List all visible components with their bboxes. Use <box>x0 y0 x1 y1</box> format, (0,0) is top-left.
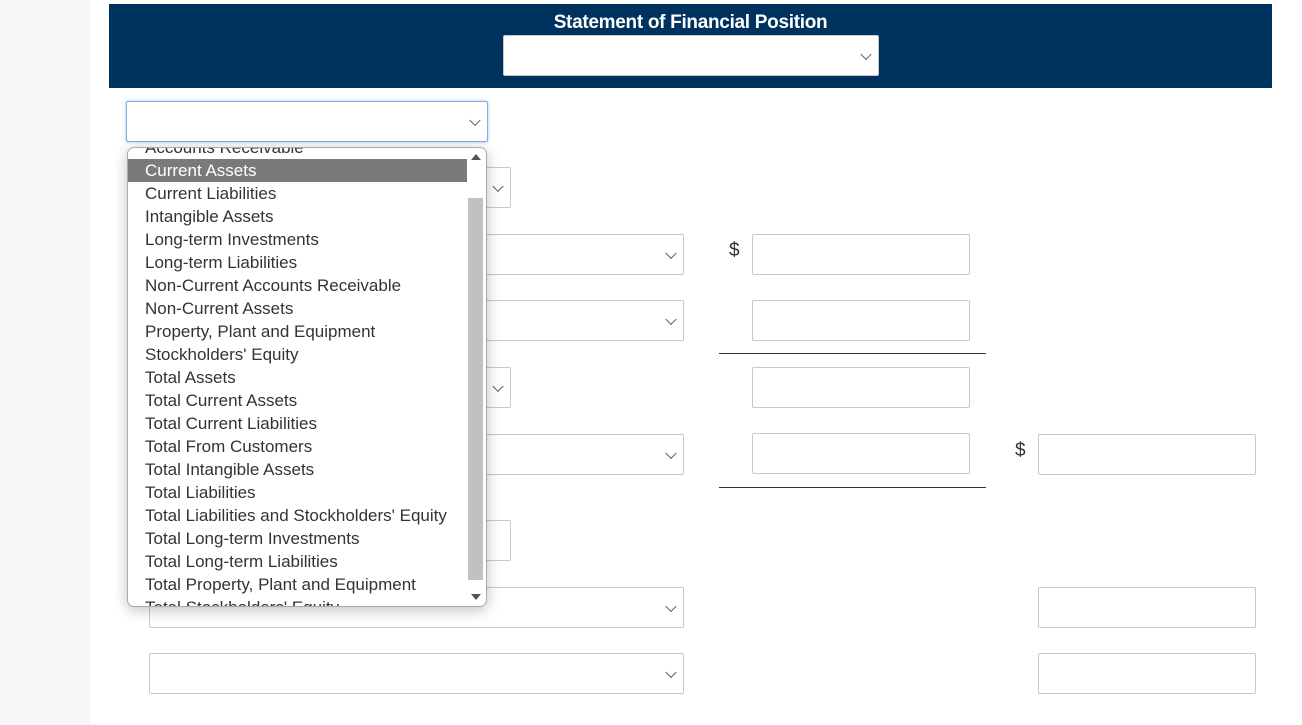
subtotal-rule <box>719 353 986 354</box>
dropdown-option[interactable]: Total Current Assets <box>128 389 467 412</box>
dropdown-option[interactable]: Long-term Liabilities <box>128 251 467 274</box>
chevron-down-icon <box>665 666 677 678</box>
scrollbar-thumb[interactable] <box>468 198 483 580</box>
chevron-down-icon <box>665 447 677 459</box>
dropdown-option[interactable]: Total Assets <box>128 366 467 389</box>
dropdown-option[interactable]: Current Assets <box>128 159 467 182</box>
dropdown-option[interactable]: Total Stockholders' Equity <box>128 596 467 606</box>
account-select-8[interactable] <box>149 653 684 694</box>
chevron-down-icon <box>492 380 504 392</box>
dropdown-option[interactable]: Property, Plant and Equipment <box>128 320 467 343</box>
dollar-sign: $ <box>1015 440 1026 461</box>
date-select[interactable] <box>503 35 879 76</box>
amount-input-3[interactable] <box>752 367 970 408</box>
page-title: Statement of Financial Position <box>553 12 828 33</box>
scroll-down-icon[interactable] <box>471 594 481 600</box>
chevron-down-icon <box>665 313 677 325</box>
dropdown-option[interactable]: Total Long-term Investments <box>128 527 467 550</box>
chevron-down-icon <box>665 600 677 612</box>
dropdown-option[interactable]: Stockholders' Equity <box>128 343 467 366</box>
chevron-down-icon <box>860 48 872 60</box>
total-input-2[interactable] <box>1038 587 1256 628</box>
dropdown-option[interactable]: Current Liabilities <box>128 182 467 205</box>
dropdown-option[interactable]: Total From Customers <box>128 435 467 458</box>
dropdown-option[interactable]: Total Long-term Liabilities <box>128 550 467 573</box>
dropdown-option[interactable]: Total Current Liabilities <box>128 412 467 435</box>
chevron-down-icon <box>665 247 677 259</box>
dropdown-listbox[interactable]: Accounts Receivable Current Assets Current… <box>127 147 487 607</box>
total-input-1[interactable] <box>1038 434 1256 475</box>
scrollbar[interactable] <box>467 148 484 606</box>
scroll-up-icon[interactable] <box>471 154 481 160</box>
dropdown-option[interactable]: Accounts Receivable <box>128 148 467 159</box>
chevron-down-icon <box>492 180 504 192</box>
dropdown-option[interactable]: Total Intangible Assets <box>128 458 467 481</box>
dropdown-option[interactable]: Non-Current Accounts Receivable <box>128 274 467 297</box>
total-input-3[interactable] <box>1038 653 1256 694</box>
dropdown-option[interactable]: Total Liabilities and Stockholders' Equi… <box>128 504 467 527</box>
chevron-down-icon <box>469 114 481 126</box>
dropdown-option[interactable]: Non-Current Assets <box>128 297 467 320</box>
dropdown-option[interactable]: Intangible Assets <box>128 205 467 228</box>
amount-input-4[interactable] <box>752 433 970 474</box>
subtotal-rule <box>719 487 986 488</box>
dropdown-option[interactable]: Long-term Investments <box>128 228 467 251</box>
amount-input-2[interactable] <box>752 300 970 341</box>
dropdown-option[interactable]: Total Property, Plant and Equipment <box>128 573 467 596</box>
amount-input-1[interactable] <box>752 234 970 275</box>
dropdown-option[interactable]: Total Liabilities <box>128 481 467 504</box>
classification-select[interactable] <box>126 101 488 142</box>
dollar-sign: $ <box>729 240 740 261</box>
